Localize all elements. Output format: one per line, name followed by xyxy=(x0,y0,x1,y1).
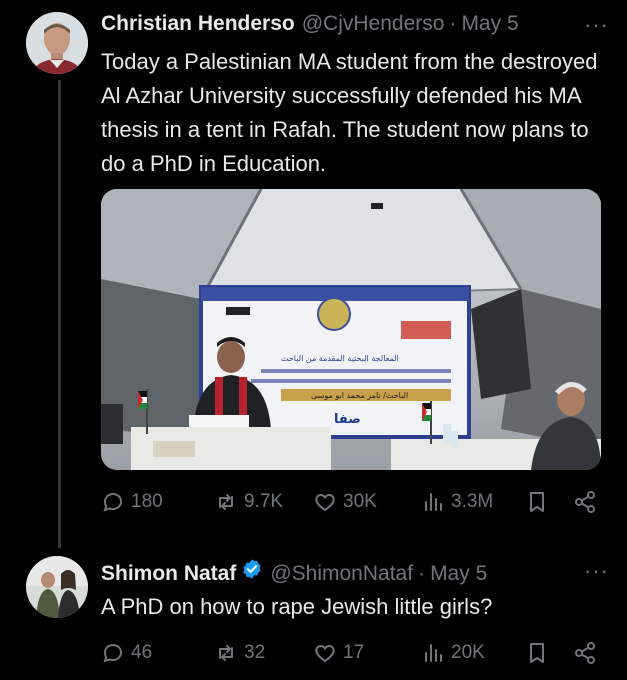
separator: · xyxy=(449,12,457,35)
reply-button[interactable]: 180 xyxy=(101,490,163,514)
reply-count: 180 xyxy=(131,491,163,512)
tweet-media-image[interactable]: المعالجة البحثية المقدمة من الباحث الباح… xyxy=(101,189,601,470)
tweet-text: A PhD on how to rape Jewish little girls… xyxy=(101,594,493,619)
repost-count: 32 xyxy=(244,642,266,663)
repost-count: 9.7K xyxy=(244,491,284,512)
reply-icon xyxy=(103,492,123,512)
tweet-text: Today a Palestinian MA student from the … xyxy=(101,49,598,176)
like-count: 30K xyxy=(343,491,377,512)
like-button[interactable]: 30K xyxy=(313,490,377,514)
bookmark-button[interactable] xyxy=(525,490,555,514)
separator: · xyxy=(418,562,426,585)
bookmark-button[interactable] xyxy=(525,641,555,665)
heart-icon xyxy=(315,493,335,512)
tweet-date[interactable]: May 5 xyxy=(430,562,487,586)
heart-icon xyxy=(315,644,335,663)
thread-line xyxy=(58,80,61,548)
logo-text: صفا xyxy=(334,412,361,427)
like-count: 17 xyxy=(343,642,365,663)
tweet-2[interactable]: Shimon Nataf @ShimonNataf · May 5 ··· A … xyxy=(0,548,627,680)
avatar-christian[interactable] xyxy=(26,12,88,74)
author-handle[interactable]: @ShimonNataf xyxy=(270,562,413,586)
verified-badge-icon[interactable] xyxy=(241,558,263,580)
tweet-date[interactable]: May 5 xyxy=(461,12,518,36)
share-button[interactable] xyxy=(573,490,603,514)
bookmark-icon xyxy=(530,492,544,512)
views-button[interactable]: 3.3M xyxy=(421,490,493,514)
tent-thesis-defense-photo: المعالجة البحثية المقدمة من الباحث الباح… xyxy=(101,189,601,470)
reply-count: 46 xyxy=(131,642,153,663)
avatar-shimon[interactable] xyxy=(26,556,88,618)
share-icon xyxy=(575,642,595,664)
more-options-icon[interactable]: ··· xyxy=(584,558,609,584)
share-icon xyxy=(575,491,595,513)
tweet-1[interactable]: Christian Henderso @CjvHenderso · May 5 … xyxy=(0,0,627,548)
banner-text: المعالجة البحثية المقدمة من الباحث xyxy=(281,354,399,363)
author-name[interactable]: Christian Henderso xyxy=(101,12,295,36)
tweet-2-header: Shimon Nataf @ShimonNataf · May 5 xyxy=(101,558,487,586)
views-button[interactable]: 20K xyxy=(421,641,485,665)
views-icon xyxy=(425,644,442,662)
author-name[interactable]: Shimon Nataf xyxy=(101,562,236,586)
like-button[interactable]: 17 xyxy=(313,641,364,665)
share-button[interactable] xyxy=(573,641,603,665)
more-options-icon[interactable]: ··· xyxy=(584,12,609,38)
views-count: 3.3M xyxy=(451,491,494,512)
repost-button[interactable]: 32 xyxy=(214,641,265,665)
tweet-2-actions: 46 32 17 20K xyxy=(101,641,606,671)
tweet-1-header: Christian Henderso @CjvHenderso · May 5 xyxy=(101,12,519,36)
repost-button[interactable]: 9.7K xyxy=(214,490,283,514)
repost-icon xyxy=(219,645,233,661)
repost-icon xyxy=(219,494,233,510)
placard-name: الباحث/ تامر محمد ابو موسى xyxy=(311,391,408,400)
views-icon xyxy=(425,493,442,511)
bookmark-icon xyxy=(530,643,544,663)
author-handle[interactable]: @CjvHenderso xyxy=(302,12,445,36)
reply-icon xyxy=(103,643,123,663)
reply-button[interactable]: 46 xyxy=(101,641,152,665)
views-count: 20K xyxy=(451,642,485,663)
tweet-1-actions: 180 9.7K 30K 3.3M xyxy=(101,490,606,520)
